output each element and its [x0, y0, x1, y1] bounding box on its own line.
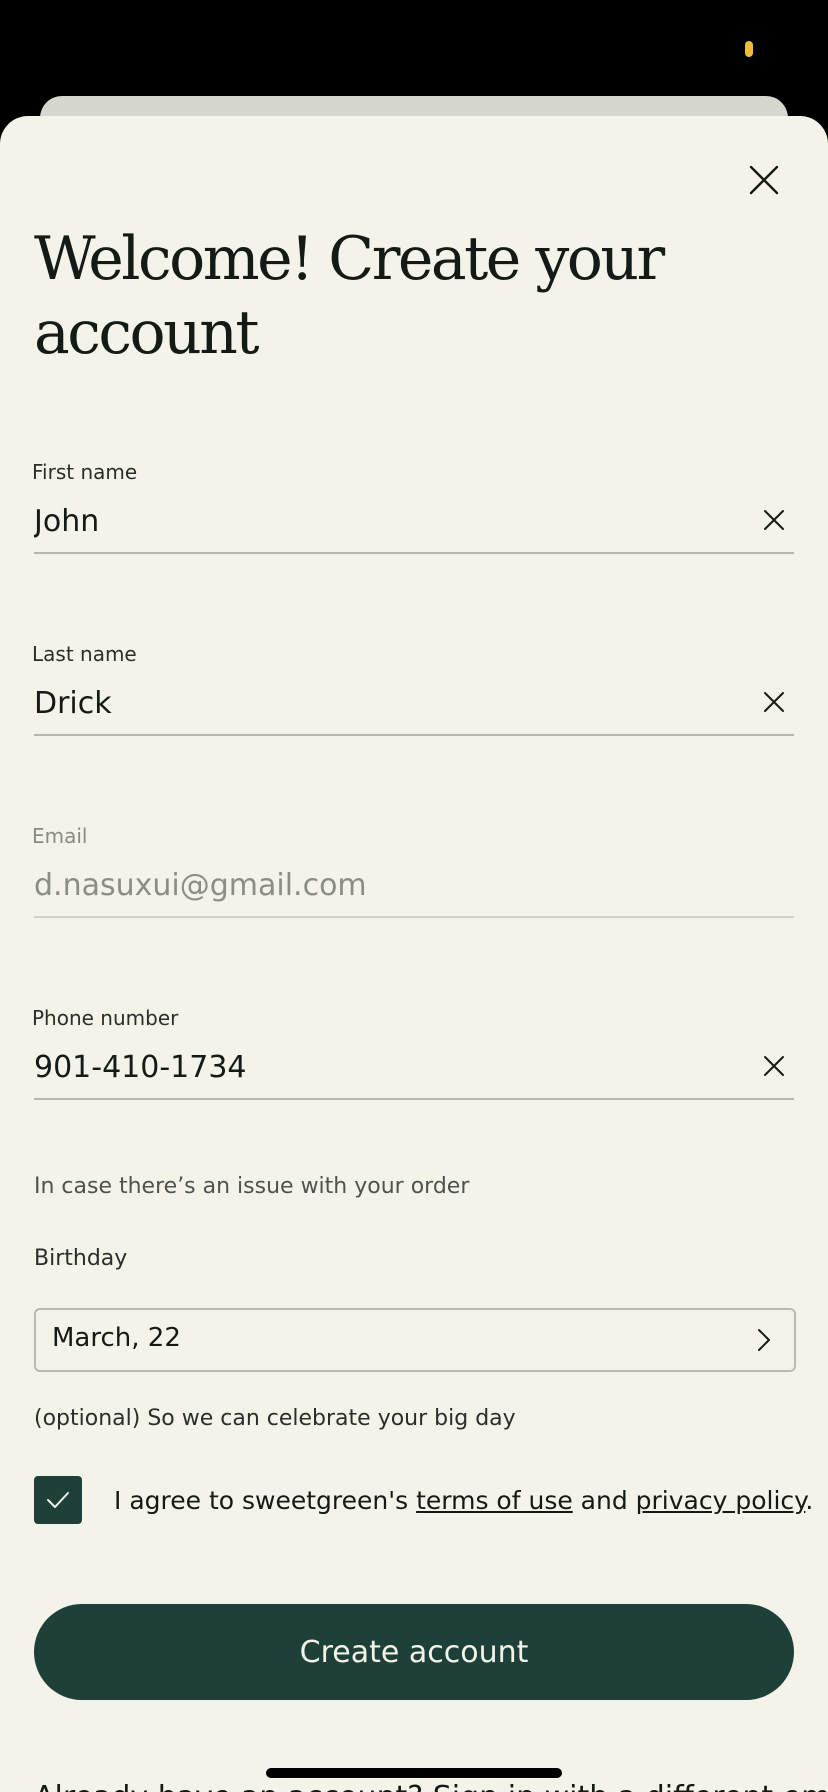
birthday-label: Birthday [34, 1246, 128, 1271]
chevron-right-icon [758, 1329, 770, 1351]
close-button[interactable] [740, 156, 788, 204]
sign-in-different-email-link[interactable]: Already have an account? Sign in with a … [34, 1780, 828, 1792]
phone-clear-button[interactable] [754, 1046, 794, 1086]
first-name-field: First name [32, 460, 794, 560]
agreement-middle: and [572, 1486, 636, 1515]
home-indicator [266, 1768, 562, 1778]
birthday-value: March, 22 [52, 1323, 181, 1353]
phone-field: Phone number [32, 1006, 794, 1106]
phone-helper-text: In case there’s an issue with your order [34, 1174, 470, 1199]
check-icon [47, 1492, 69, 1508]
email-field: Email [32, 824, 794, 924]
terms-agreement-text: I agree to sweetgreen's terms of use and… [114, 1486, 813, 1515]
agreement-prefix: I agree to sweetgreen's [114, 1486, 417, 1515]
last-name-input[interactable] [34, 682, 714, 724]
terms-agreement: I agree to sweetgreen's terms of use and… [34, 1476, 813, 1526]
phone-input[interactable] [34, 1046, 714, 1088]
phone-underline [34, 1098, 794, 1100]
first-name-input[interactable] [34, 500, 714, 542]
terms-of-use-link[interactable]: terms of use [416, 1486, 573, 1515]
birthday-select[interactable]: March, 22 [34, 1308, 796, 1372]
last-name-field: Last name [32, 642, 794, 742]
page-title: Welcome! Create your account [34, 224, 665, 368]
close-icon [749, 165, 779, 195]
birthday-helper-text: (optional) So we can celebrate your big … [34, 1406, 516, 1431]
last-name-underline [34, 734, 794, 736]
email-input[interactable] [34, 864, 714, 906]
first-name-underline [34, 552, 794, 554]
email-underline [34, 916, 794, 918]
terms-checkbox[interactable] [34, 1476, 82, 1524]
close-icon [764, 692, 784, 712]
create-account-button[interactable]: Create account [34, 1604, 794, 1700]
privacy-policy-link[interactable]: privacy policy [636, 1486, 806, 1515]
first-name-clear-button[interactable] [754, 500, 794, 540]
first-name-label: First name [32, 460, 138, 484]
close-icon [764, 510, 784, 530]
create-account-sheet: Welcome! Create your account First name … [0, 116, 828, 1792]
agreement-suffix: . [805, 1486, 814, 1515]
last-name-label: Last name [32, 642, 137, 666]
close-icon [764, 1056, 784, 1076]
phone-label: Phone number [32, 1006, 179, 1030]
status-indicator [745, 41, 753, 57]
email-label: Email [32, 824, 88, 848]
last-name-clear-button[interactable] [754, 682, 794, 722]
